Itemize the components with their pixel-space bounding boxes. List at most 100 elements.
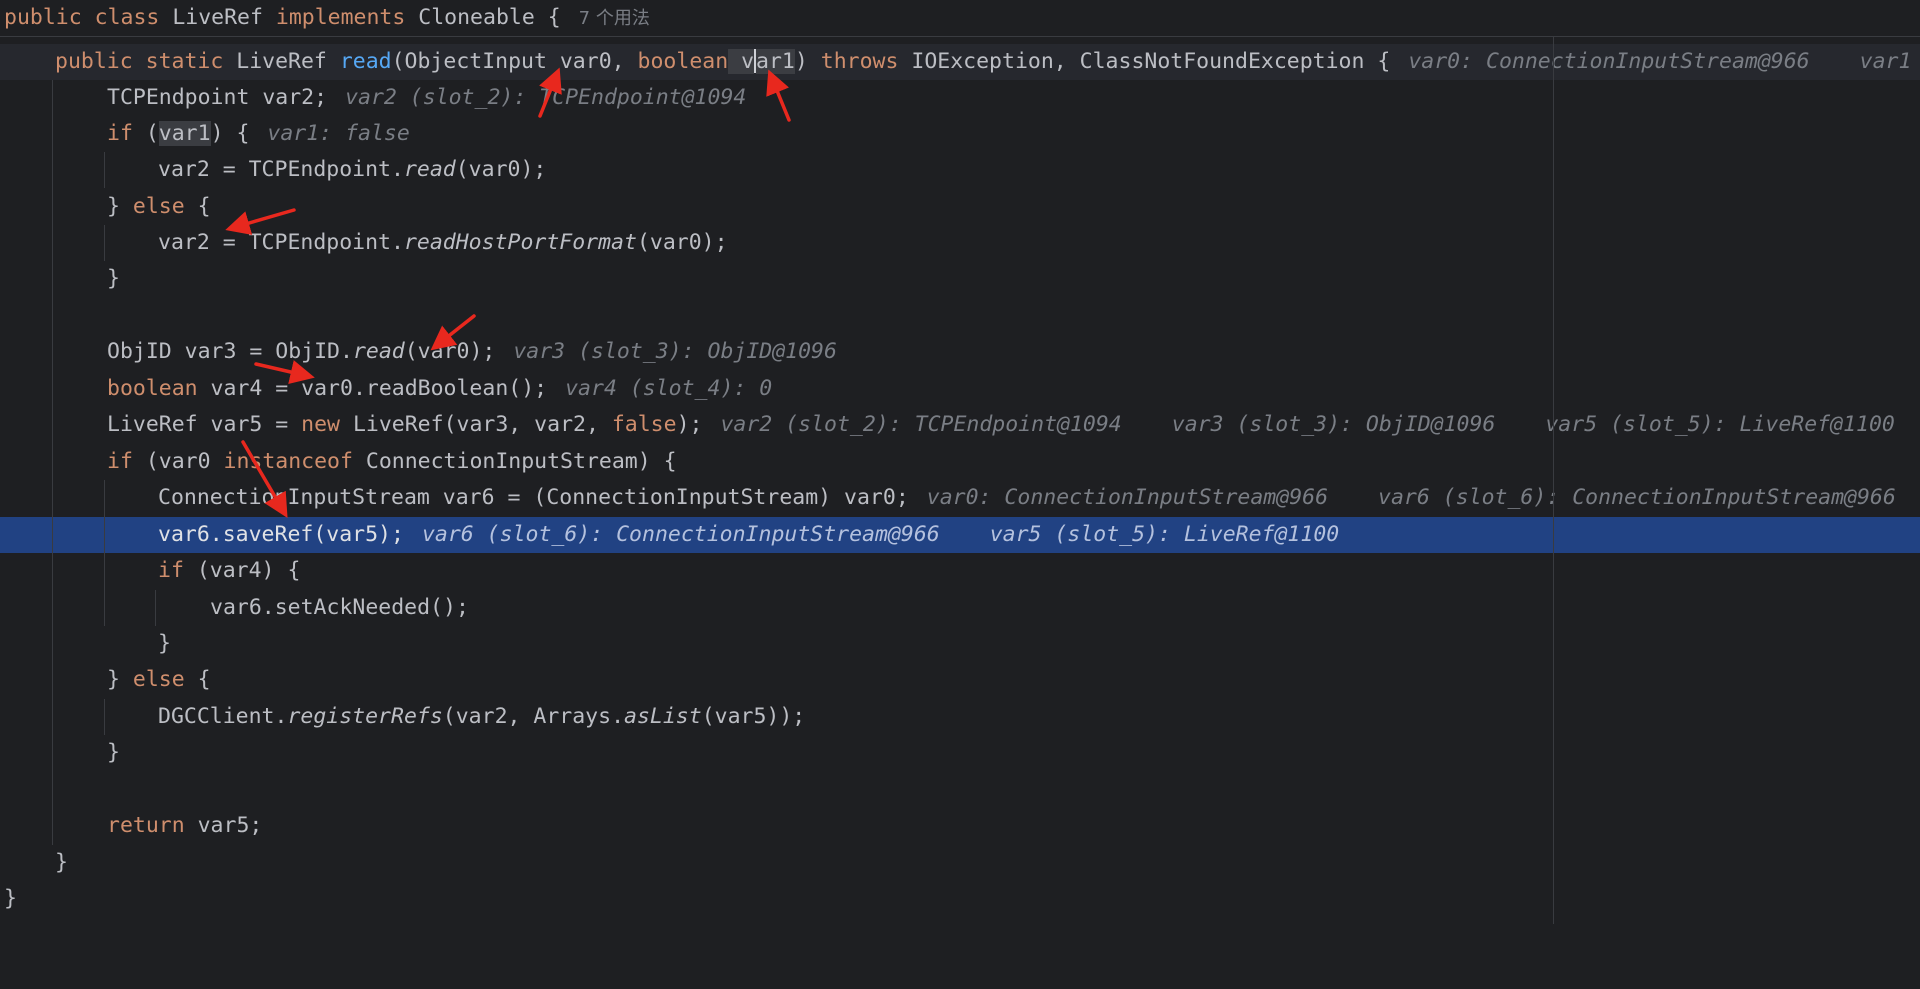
keyword-static: static (145, 49, 224, 74)
keyword-boolean: boolean (637, 49, 729, 74)
inlay-hint: var6 (slot_6): ConnectionInputStream@966 (421, 522, 940, 547)
var1-reference: var1 (158, 121, 211, 146)
inlay-hint: var2 (slot_2): TCPEndpoint@1094 (345, 85, 747, 110)
code-line[interactable]: ObjID var3 = ObjID.read(var0); var3 (slot… (0, 334, 1920, 370)
indent-guide (104, 152, 105, 188)
code-line[interactable]: boolean var4 = var0.readBoolean(); var4 (… (0, 371, 1920, 407)
code-line[interactable]: var6.setAckNeeded(); (0, 590, 1920, 626)
method-name[interactable]: read (340, 49, 392, 74)
code-line[interactable]: var2 = TCPEndpoint.read(var0); (0, 152, 1920, 188)
keyword-boolean: boolean (107, 376, 198, 401)
code-line[interactable]: DGCClient.registerRefs(var2, Arrays.asLi… (0, 699, 1920, 735)
code-line[interactable]: } (0, 735, 1920, 771)
code-line[interactable]: LiveRef var5 = new LiveRef(var3, var2, f… (0, 407, 1920, 443)
code-line-class-header[interactable]: public class LiveRef implements Cloneabl… (0, 0, 1920, 37)
keyword-if: if (158, 558, 184, 583)
keyword-public: public (55, 49, 133, 74)
inlay-hint: var5 (slot_5): LiveRef@1100 (989, 522, 1340, 547)
code-line-method-signature[interactable]: public static LiveRef read(ObjectInput v… (0, 44, 1920, 80)
inlay-hint: var3 (slot_3): ObjID@1096 (1171, 412, 1496, 437)
code-text: (var0); (636, 230, 728, 255)
code-text: (var4) { (183, 558, 301, 583)
code-text: var2 = TCPEndpoint. (158, 230, 404, 255)
code-text: } (55, 850, 68, 875)
code-text: (var0 (132, 449, 224, 474)
indent-guide (104, 480, 105, 626)
inlay-hint: var6 (slot_6): ConnectionInputStream@966 (1378, 485, 1896, 510)
static-call: readHostPortFormat (403, 230, 637, 255)
indent-guide (104, 225, 105, 261)
return-type: LiveRef (236, 49, 327, 74)
inlay-hint: var4 (slot_4): 0 (565, 376, 773, 401)
keyword-implements: implements (275, 5, 406, 30)
keyword-false: false (611, 412, 677, 437)
code-line[interactable]: } (0, 845, 1920, 881)
code-text: var5; (184, 813, 263, 838)
inlay-hint: var0: ConnectionInputStream@966 (1408, 49, 1810, 74)
interface-name: Cloneable { (418, 5, 561, 30)
usages-hint[interactable]: 7 个用法 (579, 8, 650, 29)
keyword-new: new (301, 412, 341, 437)
code-line[interactable]: } else { (0, 662, 1920, 698)
execution-point-line[interactable]: var6.saveRef(var5); var6 (slot_6): Connec… (0, 517, 1920, 553)
code-line[interactable]: ConnectionInputStream var6 = (Connection… (0, 480, 1920, 516)
code-editor[interactable]: public class LiveRef implements Cloneabl… (0, 0, 1920, 924)
params-a: (ObjectInput var0, (391, 49, 638, 74)
code-text: } (4, 886, 17, 911)
param-var1-post: ar1 (756, 49, 795, 74)
inlay-hint: var5 (slot_5): LiveRef@1100 (1545, 412, 1895, 437)
static-call: asList (624, 704, 702, 729)
code-text: } (158, 631, 171, 656)
inlay-hint: var1 (1859, 49, 1912, 74)
code-line[interactable]: } (0, 626, 1920, 662)
indent-guide (104, 699, 105, 735)
keyword-return: return (107, 813, 185, 838)
right-margin-guide (1553, 36, 1554, 924)
code-line[interactable]: TCPEndpoint var2; var2 (slot_2): TCPEndpo… (0, 80, 1920, 116)
code-line[interactable]: } else { (0, 189, 1920, 225)
code-text: ConnectionInputStream var6 = (Connection… (158, 485, 909, 510)
static-call: read (352, 339, 405, 364)
code-text: TCPEndpoint var2; (107, 85, 328, 110)
keyword-if: if (107, 449, 133, 474)
code-text: ); (676, 412, 703, 437)
code-line[interactable]: return var5; (0, 808, 1920, 844)
code-line[interactable]: var2 = TCPEndpoint.readHostPortFormat(va… (0, 225, 1920, 261)
inlay-hint: var1: false (267, 121, 410, 146)
code-text: LiveRef var5 = (107, 412, 302, 437)
code-text: var2 = TCPEndpoint. (158, 157, 404, 182)
param-var1-pre: v (728, 49, 755, 74)
code-text: ) { (210, 121, 250, 146)
code-text: } (107, 194, 133, 219)
static-call: read (403, 157, 456, 182)
code-text: } (107, 266, 120, 291)
keyword-throws: throws (820, 49, 899, 74)
exceptions: IOException, ClassNotFoundException { (898, 49, 1391, 74)
code-line[interactable]: if (var0 instanceof ConnectionInputStrea… (0, 444, 1920, 480)
code-text: ConnectionInputStream) { (352, 449, 677, 474)
code-text: ( (132, 121, 159, 146)
code-line[interactable]: if (var4) { (0, 553, 1920, 589)
code-text: { (184, 667, 211, 692)
indent-guide (52, 80, 53, 845)
code-line[interactable]: } (0, 881, 1920, 917)
params-c: ) (794, 49, 821, 74)
code-line[interactable]: if (var1) {var1: false (0, 116, 1920, 152)
code-text: } (107, 740, 120, 765)
keyword-else: else (132, 667, 185, 692)
code-text: (var2, Arrays. (442, 704, 625, 729)
inlay-hint: var0: ConnectionInputStream@966 (926, 485, 1329, 510)
code-text: } (107, 667, 133, 692)
inlay-hint: var3 (slot_3): ObjID@1096 (513, 339, 837, 364)
indent-guide (155, 590, 156, 626)
code-text: LiveRef(var3, var2, (340, 412, 612, 437)
code-line[interactable]: } (0, 261, 1920, 297)
code-text: (var0); (404, 339, 496, 364)
code-text: var6.setAckNeeded(); (210, 595, 469, 620)
class-name: LiveRef (172, 5, 263, 30)
code-text: { (184, 194, 211, 219)
inlay-hint: var2 (slot_2): TCPEndpoint@1094 (720, 412, 1122, 437)
code-text: DGCClient. (158, 704, 288, 729)
code-text: var6.saveRef(var5); (158, 522, 404, 547)
code-text: ObjID var3 = ObjID. (107, 339, 353, 364)
